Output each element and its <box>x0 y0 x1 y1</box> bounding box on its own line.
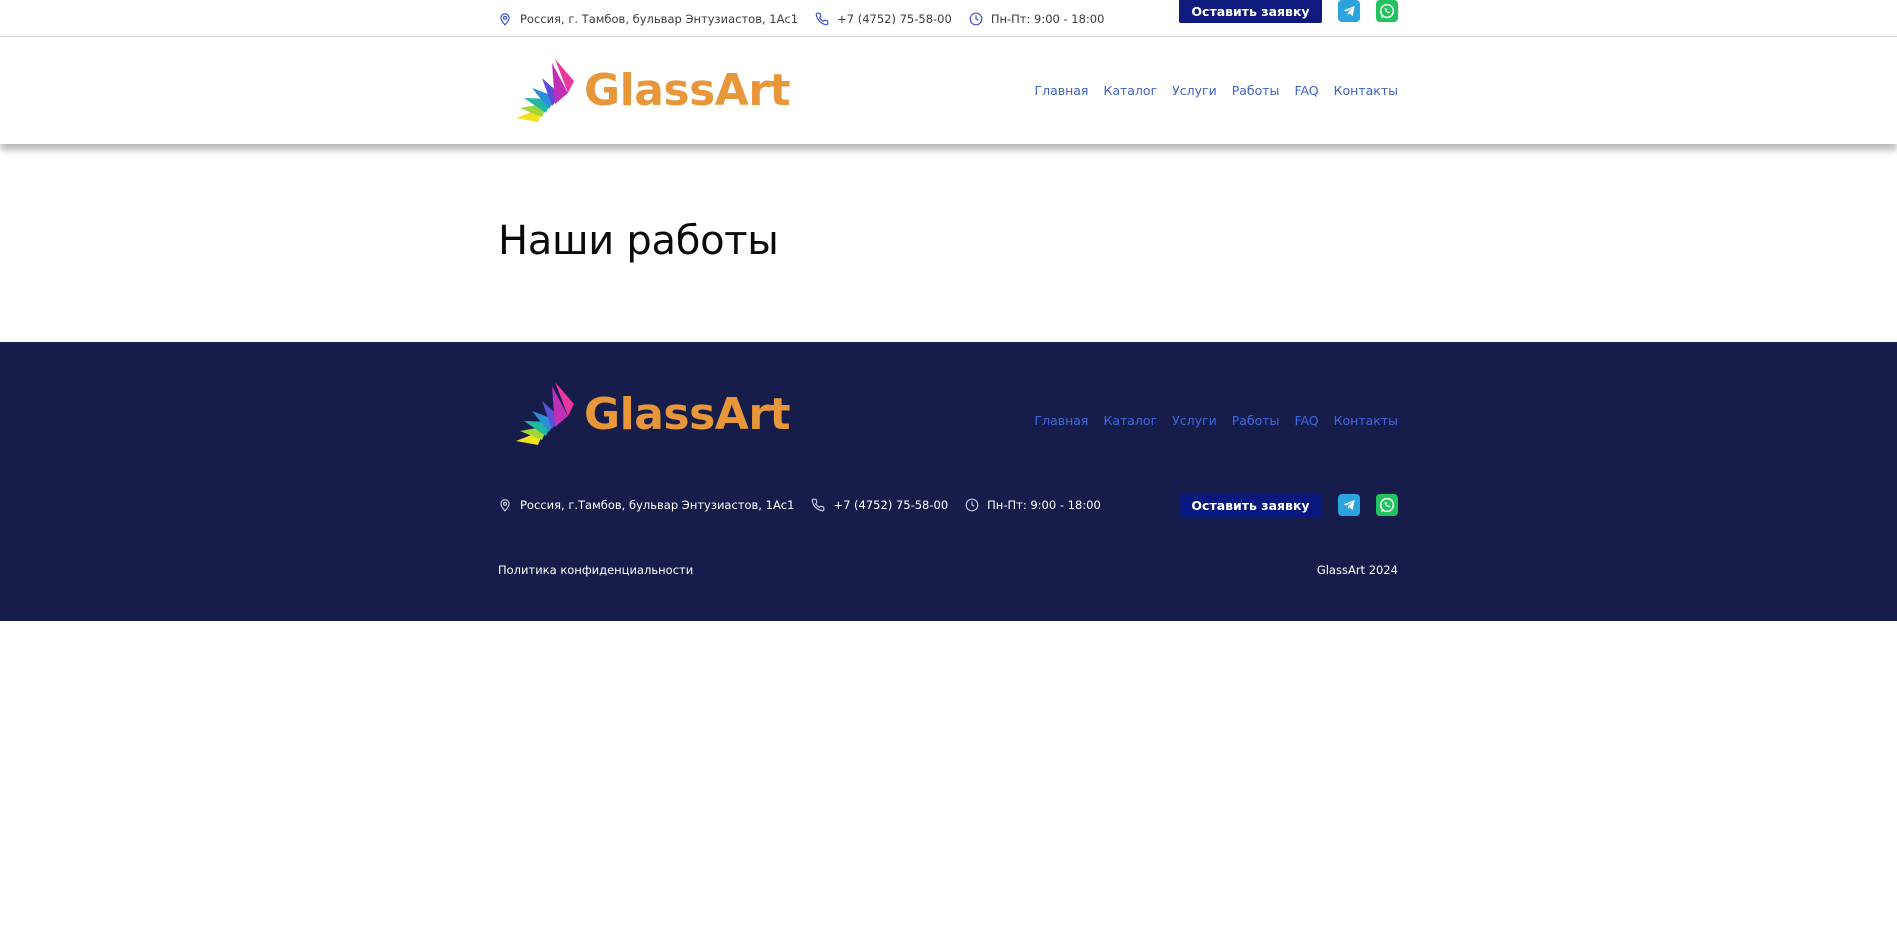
telegram-icon[interactable] <box>1338 0 1360 22</box>
main-content: Наши работы <box>0 144 1897 342</box>
nav-item-services[interactable]: Услуги <box>1172 83 1217 98</box>
clock-icon <box>969 12 983 26</box>
telegram-icon[interactable] <box>1338 494 1360 516</box>
footer-hours-info: Пн-Пт: 9:00 - 18:00 <box>965 498 1101 512</box>
nav-item-catalog[interactable]: Каталог <box>1103 83 1157 98</box>
footer-logo[interactable]: GlassArt <box>508 374 791 454</box>
address-info: Россия, г. Тамбов, бульвар Энтузиастов, … <box>498 12 798 26</box>
copyright-text: GlassArt 2024 <box>1316 563 1398 577</box>
nav-item-home[interactable]: Главная <box>1034 83 1088 98</box>
site-header: GlassArt Главная Каталог Услуги Работы F… <box>0 37 1897 144</box>
nav-item-works[interactable]: Работы <box>1232 83 1280 98</box>
clock-icon <box>965 498 979 512</box>
footer-logo-text: GlassArt <box>584 388 791 440</box>
nav-item-contacts[interactable]: Контакты <box>1334 83 1398 98</box>
hours-info: Пн-Пт: 9:00 - 18:00 <box>969 11 1105 26</box>
page-title: Наши работы <box>498 218 779 264</box>
top-contact-bar: Россия, г. Тамбов, бульвар Энтузиастов, … <box>0 0 1897 37</box>
footer-hours-text: Пн-Пт: 9:00 - 18:00 <box>987 498 1101 512</box>
phone-text: +7 (4752) 75-58-00 <box>837 11 952 26</box>
map-pin-icon <box>498 12 512 26</box>
footer-nav-item-services[interactable]: Услуги <box>1172 413 1217 428</box>
logo-text: GlassArt <box>584 65 791 116</box>
footer-nav-item-faq[interactable]: FAQ <box>1294 413 1318 428</box>
whatsapp-icon[interactable] <box>1376 494 1398 516</box>
footer-nav-item-home[interactable]: Главная <box>1034 413 1088 428</box>
glassart-logo-icon <box>516 58 574 122</box>
leave-request-button[interactable]: Оставить заявку <box>1179 0 1322 23</box>
nav-item-faq[interactable]: FAQ <box>1294 83 1318 98</box>
footer-address-text: Россия, г.Тамбов, бульвар Энтузиастов, 1… <box>520 498 795 512</box>
footer-address-info: Россия, г.Тамбов, бульвар Энтузиастов, 1… <box>498 498 794 512</box>
phone-icon <box>815 12 829 26</box>
glassart-logo-icon <box>516 382 574 445</box>
footer-phone-text: +7 (4752) 75-58-00 <box>833 498 949 512</box>
site-footer: GlassArt Главная Каталог Услуги Работы F… <box>0 342 1897 621</box>
map-pin-icon <box>498 498 512 512</box>
address-text: Россия, г. Тамбов, бульвар Энтузиастов, … <box>520 11 799 26</box>
main-nav: Главная Каталог Услуги Работы FAQ Контак… <box>1034 83 1398 98</box>
footer-phone-info[interactable]: +7 (4752) 75-58-00 <box>811 498 948 512</box>
footer-nav: Главная Каталог Услуги Работы FAQ Контак… <box>1034 413 1398 428</box>
logo[interactable]: GlassArt <box>508 51 791 131</box>
phone-icon <box>811 498 825 512</box>
whatsapp-icon[interactable] <box>1376 0 1398 22</box>
phone-info[interactable]: +7 (4752) 75-58-00 <box>815 12 952 26</box>
hours-text: Пн-Пт: 9:00 - 18:00 <box>990 11 1105 26</box>
footer-nav-item-works[interactable]: Работы <box>1232 413 1280 428</box>
footer-nav-item-catalog[interactable]: Каталог <box>1103 413 1157 428</box>
footer-leave-request-button[interactable]: Оставить заявку <box>1179 493 1322 517</box>
privacy-policy-link[interactable]: Политика конфиденциальности <box>498 563 693 577</box>
footer-nav-item-contacts[interactable]: Контакты <box>1334 413 1398 428</box>
